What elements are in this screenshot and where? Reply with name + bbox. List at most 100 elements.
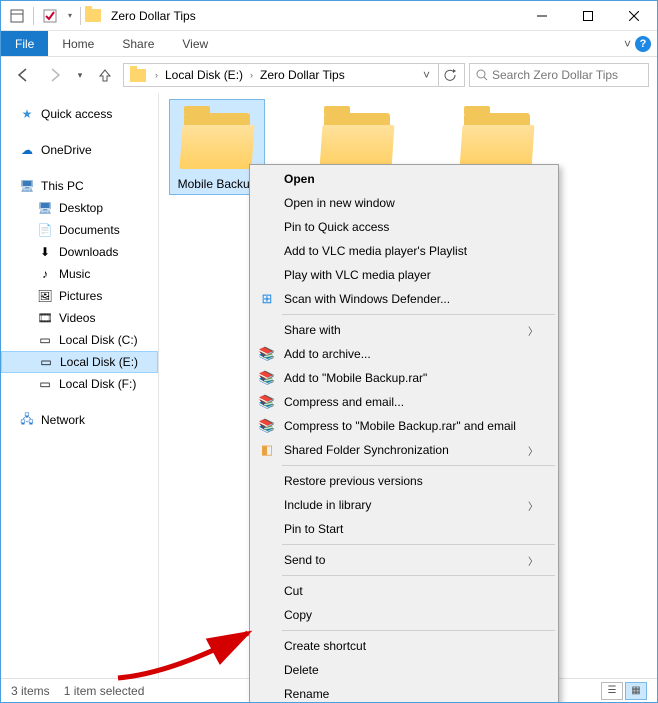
ctx-share-with[interactable]: Share with〉 xyxy=(252,318,556,342)
ctx-compress-rar-email[interactable]: 📚Compress to "Mobile Backup.rar" and ema… xyxy=(252,414,556,438)
back-button[interactable] xyxy=(9,61,37,89)
tab-home[interactable]: Home xyxy=(48,31,108,56)
star-icon: ★ xyxy=(19,106,35,122)
qat-separator xyxy=(80,7,81,25)
tree-videos[interactable]: 🎞Videos xyxy=(1,307,158,329)
chevron-right-icon: 〉 xyxy=(528,443,538,458)
tree-pictures[interactable]: 🖼Pictures xyxy=(1,285,158,307)
folder-icon xyxy=(85,9,101,22)
tab-share[interactable]: Share xyxy=(108,31,168,56)
details-view-button[interactable]: ☰ xyxy=(601,682,623,700)
address-dropdown-icon[interactable]: ˅ xyxy=(417,68,436,82)
qat-properties-icon[interactable] xyxy=(5,4,29,28)
chevron-right-icon[interactable]: › xyxy=(247,70,256,80)
folder-icon xyxy=(130,69,146,82)
folder-label: Mobile Backup xyxy=(178,177,257,191)
sync-icon: ◧ xyxy=(258,441,276,459)
ctx-cut[interactable]: Cut xyxy=(252,579,556,603)
ctx-add-rar[interactable]: 📚Add to "Mobile Backup.rar" xyxy=(252,366,556,390)
ctx-restore-previous[interactable]: Restore previous versions xyxy=(252,469,556,493)
window-controls xyxy=(519,1,657,30)
downloads-icon: ⬇ xyxy=(37,244,53,260)
ctx-copy[interactable]: Copy xyxy=(252,603,556,627)
chevron-right-icon: 〉 xyxy=(528,498,538,513)
qat-separator xyxy=(33,7,34,25)
ctx-add-vlc-playlist[interactable]: Add to VLC media player's Playlist xyxy=(252,239,556,263)
pictures-icon: 🖼 xyxy=(37,288,53,304)
ctx-rename[interactable]: Rename xyxy=(252,682,556,703)
breadcrumb-item[interactable]: Zero Dollar Tips xyxy=(258,68,347,82)
recent-dropdown-icon[interactable]: ▾ xyxy=(73,61,87,89)
ctx-pin-start[interactable]: Pin to Start xyxy=(252,517,556,541)
drive-icon: ▭ xyxy=(37,376,53,392)
up-button[interactable] xyxy=(91,61,119,89)
tree-desktop[interactable]: 🖥Desktop xyxy=(1,197,158,219)
ctx-play-vlc[interactable]: Play with VLC media player xyxy=(252,263,556,287)
cloud-icon: ☁ xyxy=(19,142,35,158)
tab-file[interactable]: File xyxy=(1,31,48,56)
refresh-button[interactable] xyxy=(438,63,462,87)
quick-access-toolbar: ▾ xyxy=(1,4,105,28)
tree-onedrive[interactable]: ☁OneDrive xyxy=(1,139,158,161)
ribbon-tabs: File Home Share View ˅ ? xyxy=(1,31,657,57)
breadcrumb-item[interactable]: Local Disk (E:) xyxy=(163,68,245,82)
tree-network[interactable]: 🖧Network xyxy=(1,409,158,431)
shield-icon: ⊞ xyxy=(258,290,276,308)
ctx-include-library[interactable]: Include in library〉 xyxy=(252,493,556,517)
network-icon: 🖧 xyxy=(19,412,35,428)
ctx-pin-quick-access[interactable]: Pin to Quick access xyxy=(252,215,556,239)
ctx-add-archive[interactable]: 📚Add to archive... xyxy=(252,342,556,366)
drive-icon: ▭ xyxy=(37,332,53,348)
explorer-window: ▾ Zero Dollar Tips File Home Share View … xyxy=(0,0,658,703)
tree-documents[interactable]: 📄Documents xyxy=(1,219,158,241)
ribbon-expand-icon[interactable]: ˅ xyxy=(624,37,631,51)
ctx-delete[interactable]: Delete xyxy=(252,658,556,682)
ctx-separator xyxy=(282,465,555,466)
help-icon[interactable]: ? xyxy=(635,36,651,52)
forward-button[interactable] xyxy=(41,61,69,89)
status-item-count: 3 items xyxy=(11,684,50,698)
context-menu: Open Open in new window Pin to Quick acc… xyxy=(249,164,559,703)
tree-downloads[interactable]: ⬇Downloads xyxy=(1,241,158,263)
qat-checkmark-icon[interactable] xyxy=(38,4,62,28)
window-title: Zero Dollar Tips xyxy=(111,9,196,23)
tree-quick-access[interactable]: ★Quick access xyxy=(1,103,158,125)
drive-icon: ▭ xyxy=(38,354,54,370)
ctx-send-to[interactable]: Send to〉 xyxy=(252,548,556,572)
close-button[interactable] xyxy=(611,1,657,30)
search-input[interactable]: Search Zero Dollar Tips xyxy=(469,63,649,87)
status-selected-count: 1 item selected xyxy=(64,684,145,698)
ctx-scan-defender[interactable]: ⊞Scan with Windows Defender... xyxy=(252,287,556,311)
music-icon: ♪ xyxy=(37,266,53,282)
ctx-separator xyxy=(282,630,555,631)
chevron-right-icon[interactable]: › xyxy=(152,70,161,80)
winrar-icon: 📚 xyxy=(258,393,276,411)
ctx-open-new-window[interactable]: Open in new window xyxy=(252,191,556,215)
address-bar[interactable]: › Local Disk (E:) › Zero Dollar Tips ˅ xyxy=(123,63,465,87)
folder-icon xyxy=(321,113,393,169)
tree-music[interactable]: ♪Music xyxy=(1,263,158,285)
ctx-compress-email[interactable]: 📚Compress and email... xyxy=(252,390,556,414)
folder-icon xyxy=(461,113,533,169)
documents-icon: 📄 xyxy=(37,222,53,238)
search-placeholder: Search Zero Dollar Tips xyxy=(492,68,618,82)
qat-dropdown-icon[interactable]: ▾ xyxy=(64,4,76,28)
ctx-separator xyxy=(282,544,555,545)
navigation-tree: ★Quick access ☁OneDrive 🖥This PC 🖥Deskto… xyxy=(1,93,159,678)
ctx-separator xyxy=(282,314,555,315)
tree-this-pc[interactable]: 🖥This PC xyxy=(1,175,158,197)
winrar-icon: 📚 xyxy=(258,417,276,435)
tree-disk-e[interactable]: ▭Local Disk (E:) xyxy=(1,351,158,373)
icons-view-button[interactable]: ▦ xyxy=(625,682,647,700)
videos-icon: 🎞 xyxy=(37,310,53,326)
tab-view[interactable]: View xyxy=(168,31,222,56)
chevron-right-icon: 〉 xyxy=(528,323,538,338)
ctx-create-shortcut[interactable]: Create shortcut xyxy=(252,634,556,658)
title-bar: ▾ Zero Dollar Tips xyxy=(1,1,657,31)
tree-disk-c[interactable]: ▭Local Disk (C:) xyxy=(1,329,158,351)
tree-disk-f[interactable]: ▭Local Disk (F:) xyxy=(1,373,158,395)
maximize-button[interactable] xyxy=(565,1,611,30)
ctx-open[interactable]: Open xyxy=(252,167,556,191)
ctx-shared-folder-sync[interactable]: ◧Shared Folder Synchronization〉 xyxy=(252,438,556,462)
minimize-button[interactable] xyxy=(519,1,565,30)
